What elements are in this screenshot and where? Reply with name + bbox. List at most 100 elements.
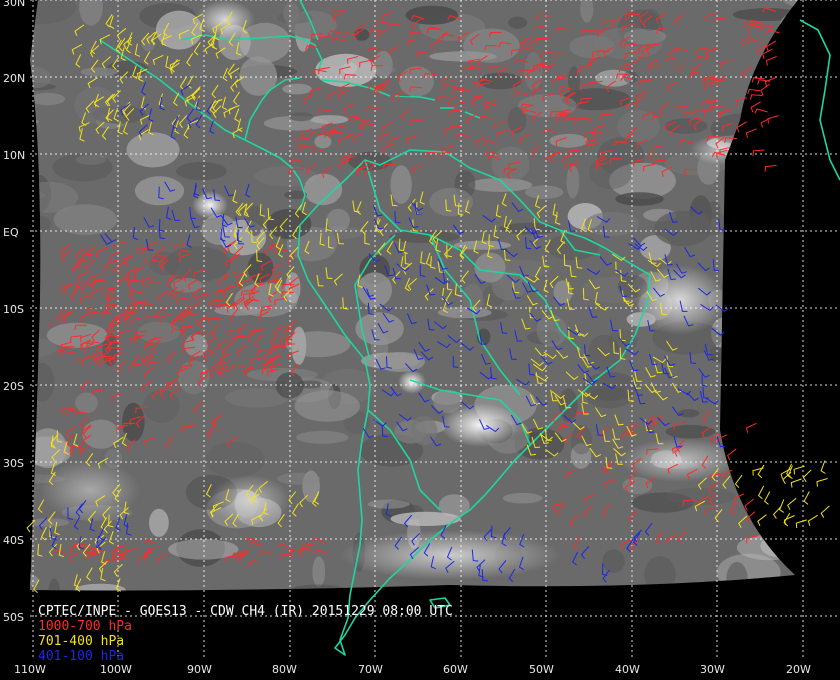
wind-barb <box>734 474 743 489</box>
lon-label-40w: 40W <box>615 663 640 676</box>
lon-label-60w: 60W <box>443 663 468 676</box>
cloud-texture <box>390 165 412 204</box>
lat-label-40s: 40S <box>3 534 24 547</box>
cloud-texture <box>46 322 108 348</box>
cloud-texture <box>357 272 393 308</box>
cloud-texture <box>602 549 625 573</box>
wind-barb <box>752 149 765 156</box>
cloud-texture <box>201 214 238 246</box>
cloud-texture <box>768 425 798 462</box>
cloud-texture <box>298 591 339 605</box>
wind-barb <box>795 519 807 529</box>
cloud-texture <box>30 189 37 215</box>
cloud-texture <box>747 206 773 222</box>
wind-barb <box>790 478 802 488</box>
cloud-texture <box>80 67 118 77</box>
cloud-texture <box>665 424 716 439</box>
cloud-texture <box>429 187 473 217</box>
cloud-texture <box>296 430 349 444</box>
cloud-texture <box>779 382 798 409</box>
wind-barb <box>802 469 812 482</box>
lat-label-30n: 30N <box>3 0 26 9</box>
wind-barb <box>807 514 818 526</box>
cloud-texture <box>30 362 55 402</box>
cloud-texture <box>705 201 721 219</box>
wind-barb <box>757 485 765 500</box>
cloud-texture <box>53 204 118 235</box>
cloud-texture <box>775 56 791 92</box>
cloud-texture <box>802 191 840 225</box>
legend-mid-level: 701-400 hPa <box>38 634 125 649</box>
lon-label-110w: 110W <box>14 663 46 676</box>
cloud-texture <box>549 133 588 148</box>
satellite-wind-map: 30N 20N 10N EQ 10S 20S 30S 40S 50S 110W … <box>0 0 840 680</box>
cloud-texture <box>665 487 737 506</box>
wind-barb <box>754 108 768 114</box>
lon-label-50w: 50W <box>529 663 554 676</box>
cloud-texture <box>770 379 787 409</box>
cloud-texture <box>30 190 46 201</box>
wind-barb <box>772 506 782 519</box>
lon-label-80w: 80W <box>272 663 297 676</box>
cloud-texture <box>398 66 435 97</box>
wind-barb <box>778 499 785 513</box>
cloud-texture <box>566 165 580 199</box>
lat-label-eq: EQ <box>3 226 19 239</box>
cloud-texture <box>644 556 676 591</box>
cloud-texture <box>312 556 326 588</box>
cloud-texture <box>294 390 360 422</box>
cloud-texture <box>283 2 300 25</box>
legend-high-level: 401-100 hPa <box>38 649 125 664</box>
wind-barb <box>749 94 763 100</box>
cloud-texture <box>677 409 700 418</box>
wind-barb <box>744 498 754 511</box>
cloud-texture <box>282 83 312 95</box>
cloud-texture <box>478 72 522 90</box>
cloud-texture <box>731 250 776 263</box>
wind-barb <box>764 77 776 87</box>
cloud-texture <box>732 8 798 22</box>
wind-barb <box>760 117 772 128</box>
cloud-texture <box>710 351 757 365</box>
cloud-texture <box>290 584 347 591</box>
cloud-texture <box>726 561 748 591</box>
wind-barb <box>767 115 779 124</box>
wind-barb <box>760 83 770 96</box>
cloud-texture <box>149 508 169 537</box>
cloud-texture <box>654 210 712 247</box>
cloud-texture <box>310 115 349 124</box>
cloud-texture <box>536 314 568 347</box>
lon-label-30w: 30W <box>700 663 725 676</box>
wind-barb <box>787 497 797 510</box>
cloud-texture <box>750 212 794 223</box>
cloud-texture <box>176 161 227 181</box>
cloud-texture <box>570 425 593 455</box>
cloud-texture <box>30 573 39 587</box>
ir-imagery <box>30 0 840 605</box>
cloud-texture <box>277 472 321 485</box>
cloud-texture <box>30 67 52 89</box>
cloud-texture <box>785 424 798 434</box>
cloud-texture <box>739 172 774 195</box>
cloud-texture <box>508 16 528 29</box>
cloud-texture <box>285 331 351 358</box>
cloud-texture <box>205 441 265 478</box>
cloud-texture <box>768 77 798 95</box>
wind-barb <box>816 478 828 487</box>
cloud-texture <box>799 345 825 361</box>
wind-barb <box>764 164 777 172</box>
cloud-texture <box>437 306 492 319</box>
wind-barb <box>803 491 810 505</box>
cloud-texture <box>804 270 827 307</box>
cloud-texture <box>491 146 530 182</box>
lon-label-20w: 20W <box>786 663 811 676</box>
map-canvas <box>26 0 840 660</box>
wind-barb <box>757 464 765 479</box>
cloud-texture <box>776 128 797 167</box>
cloud-texture <box>750 475 779 510</box>
cloud-texture <box>824 124 840 154</box>
wind-barb <box>747 88 761 95</box>
cloud-texture <box>367 499 411 509</box>
cloud-texture <box>615 192 664 206</box>
cloud-texture <box>192 591 261 605</box>
